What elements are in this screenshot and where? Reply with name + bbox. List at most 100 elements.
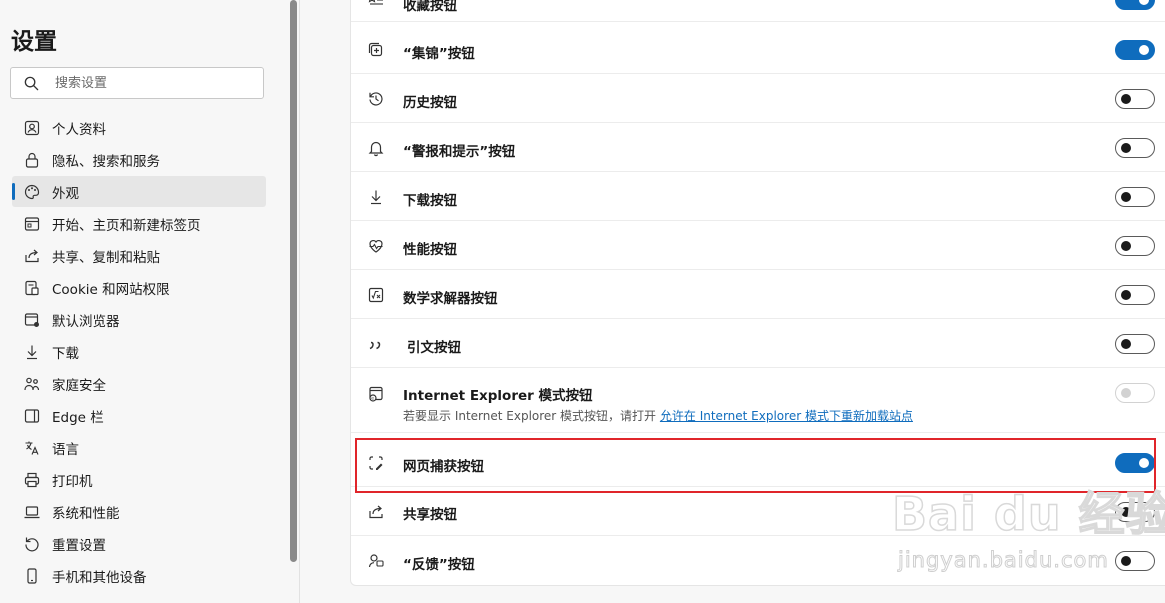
sidebar-item-family[interactable]: 家庭安全 xyxy=(12,368,266,399)
settings-row-favorites: 收藏按钮 xyxy=(351,0,1165,22)
sidebar-item-label: 隐私、搜索和服务 xyxy=(52,153,160,170)
download-icon xyxy=(27,345,37,359)
sidebar-item-label: 外观 xyxy=(52,185,79,202)
row-label: “反馈”按钮 xyxy=(403,557,475,573)
home-tab-icon xyxy=(24,216,40,231)
sidebar-item-start-home[interactable]: 开始、主页和新建标签页 xyxy=(12,208,266,239)
bell-icon xyxy=(368,141,384,157)
download-icon xyxy=(371,190,381,205)
sidebar-item-label: 下载 xyxy=(52,345,79,362)
toolbar-buttons-panel: 收藏按钮 “集锦”按钮 历史按钮 “警报和提示”按钮 下载按钮 性能按钮 数学求… xyxy=(350,0,1165,586)
row-label: “警报和提示”按钮 xyxy=(403,144,516,160)
settings-row-web-capture: 网页捕获按钮 xyxy=(351,438,1165,487)
web-capture-icon xyxy=(369,456,383,470)
sidebar-item-printers[interactable]: 打印机 xyxy=(12,464,266,495)
sidebar-item-downloads[interactable]: 下载 xyxy=(12,336,266,367)
sidebar-item-reset[interactable]: 重置设置 xyxy=(12,528,266,559)
settings-row-performance: 性能按钮 xyxy=(351,221,1165,270)
row-label: 数学求解器按钮 xyxy=(403,291,498,307)
palette-icon xyxy=(24,184,40,199)
row-label: 共享按钮 xyxy=(403,507,457,523)
favorites-toggle[interactable] xyxy=(1115,0,1155,10)
svg-text:e: e xyxy=(371,397,374,402)
row-label: 历史按钮 xyxy=(403,95,457,111)
row-label: 性能按钮 xyxy=(403,242,457,258)
sidebar-item-language[interactable]: 语言 xyxy=(12,432,266,463)
collections-toggle[interactable] xyxy=(1115,40,1155,60)
downloads-toggle[interactable] xyxy=(1115,187,1155,207)
language-icon xyxy=(25,441,39,455)
settings-row-citation: 引文按钮 xyxy=(351,319,1165,368)
settings-row-ie-mode: e Internet Explorer 模式按钮 若要显示 Internet E… xyxy=(351,368,1165,433)
scrollbar-thumb[interactable] xyxy=(290,0,297,562)
sidebar-item-profile[interactable]: 个人资料 xyxy=(12,112,266,143)
math-solver-toggle[interactable] xyxy=(1115,285,1155,305)
sidebar-item-label: 打印机 xyxy=(52,473,93,490)
reset-icon xyxy=(25,537,39,551)
share-toggle[interactable] xyxy=(1115,502,1155,522)
share-icon xyxy=(25,249,39,262)
family-icon xyxy=(24,377,40,390)
sidebar-item-cookies[interactable]: Cookie 和网站权限 xyxy=(12,272,266,303)
settings-row-history: 历史按钮 xyxy=(351,74,1165,123)
sidebar-scrollbar[interactable] xyxy=(289,0,297,603)
laptop-icon xyxy=(24,505,40,518)
math-solver-icon xyxy=(368,287,384,303)
sidebar-item-share-copy[interactable]: 共享、复制和粘贴 xyxy=(12,240,266,271)
profile-icon xyxy=(24,120,40,135)
search-icon xyxy=(24,76,39,91)
sidebar-item-label: 家庭安全 xyxy=(52,377,106,394)
lock-icon xyxy=(25,152,39,168)
sidebar-item-edge-bar[interactable]: Edge 栏 xyxy=(12,400,266,431)
heartbeat-icon xyxy=(369,240,383,253)
printer-icon xyxy=(24,472,40,487)
settings-row-downloads: 下载按钮 xyxy=(351,172,1165,221)
cookie-icon xyxy=(25,280,39,295)
ie-mode-hint: 若要显示 Internet Explorer 模式按钮，请打开 允许在 Inte… xyxy=(403,407,913,424)
web-capture-toggle[interactable] xyxy=(1115,453,1155,473)
sidebar-item-default-browser[interactable]: 默认浏览器 xyxy=(12,304,266,335)
history-toggle[interactable] xyxy=(1115,89,1155,109)
search-box[interactable] xyxy=(10,67,264,99)
sidebar-item-label: 语言 xyxy=(52,441,79,458)
sidebar-item-system[interactable]: 系统和性能 xyxy=(12,496,266,527)
row-label: “集锦”按钮 xyxy=(403,46,475,62)
row-label: Internet Explorer 模式按钮 xyxy=(403,388,593,404)
performance-toggle[interactable] xyxy=(1115,236,1155,256)
ie-mode-icon: e xyxy=(369,386,383,402)
favorites-icon xyxy=(368,0,383,5)
share-icon xyxy=(369,505,383,519)
sidebar-item-privacy[interactable]: 隐私、搜索和服务 xyxy=(12,144,266,175)
settings-row-math-solver: 数学求解器按钮 xyxy=(351,270,1165,319)
phone-icon xyxy=(27,567,37,584)
settings-row-collections: “集锦”按钮 xyxy=(351,25,1165,74)
collections-icon xyxy=(368,42,383,57)
ie-mode-toggle xyxy=(1115,383,1155,403)
sidebar-item-label: 个人资料 xyxy=(52,121,106,138)
sidebar-item-label: 重置设置 xyxy=(52,537,106,554)
sidebar-item-label: 手机和其他设备 xyxy=(52,569,147,586)
sidebar-item-label: 默认浏览器 xyxy=(52,313,120,330)
row-label: 引文按钮 xyxy=(407,340,461,356)
sidebar-item-label: 共享、复制和粘贴 xyxy=(52,249,160,266)
row-label: 收藏按钮 xyxy=(403,0,457,14)
row-label: 下载按钮 xyxy=(403,193,457,209)
quote-icon xyxy=(369,341,381,350)
settings-row-share: 共享按钮 xyxy=(351,487,1165,536)
search-input[interactable] xyxy=(55,68,255,98)
feedback-toggle[interactable] xyxy=(1115,551,1155,571)
sidebar-item-label: Cookie 和网站权限 xyxy=(52,281,170,298)
sidebar-item-label: 开始、主页和新建标签页 xyxy=(52,217,201,234)
citation-toggle[interactable] xyxy=(1115,334,1155,354)
sidebar-item-label: Edge 栏 xyxy=(52,409,104,426)
feedback-icon xyxy=(368,554,384,568)
sidebar-item-phone[interactable]: 手机和其他设备 xyxy=(12,560,266,591)
sidebar: 设置 个人资料 隐私、搜索和服务 外观 开始、主页和新建标签页 共享、复制和粘贴… xyxy=(0,0,300,603)
history-icon xyxy=(369,92,383,106)
settings-row-feedback: “反馈”按钮 xyxy=(351,536,1165,585)
alerts-toggle[interactable] xyxy=(1115,138,1155,158)
ie-reload-setting-link[interactable]: 允许在 Internet Explorer 模式下重新加载站点 xyxy=(660,409,913,423)
ie-mode-hint-text: 若要显示 Internet Explorer 模式按钮，请打开 xyxy=(403,409,657,423)
edge-bar-icon xyxy=(24,408,40,423)
sidebar-item-appearance[interactable]: 外观 xyxy=(12,176,266,207)
